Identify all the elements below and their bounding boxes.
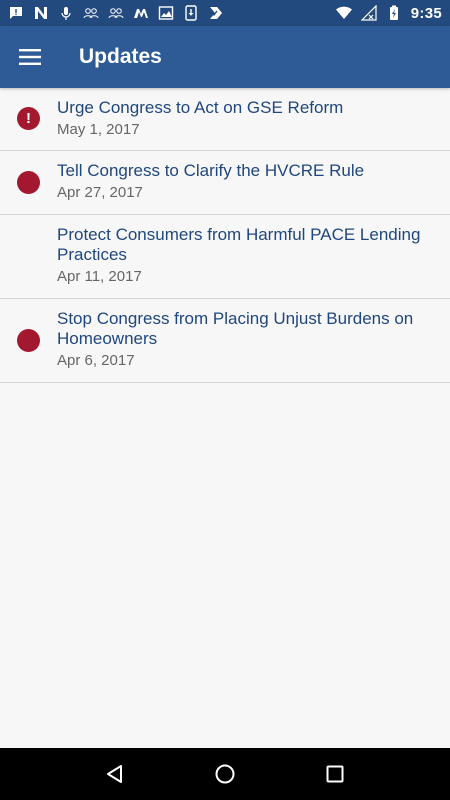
message-icon <box>8 5 24 21</box>
notification-icons <box>8 5 336 21</box>
n-app-icon <box>33 5 49 21</box>
people-icon-2 <box>108 5 124 21</box>
unread-dot-icon <box>17 171 40 194</box>
unread-dot-icon <box>17 329 40 352</box>
update-date: Apr 6, 2017 <box>57 352 135 369</box>
list-item[interactable]: Stop Congress from Placing Unjust Burden… <box>0 299 450 383</box>
update-date: Apr 11, 2017 <box>57 268 142 285</box>
home-icon[interactable] <box>205 754 245 794</box>
page-title: Updates <box>79 45 162 68</box>
download-icon <box>183 5 199 21</box>
check-app-icon <box>208 5 224 21</box>
back-icon[interactable] <box>95 754 135 794</box>
app-bar: Updates <box>0 26 450 88</box>
wifi-icon <box>335 5 352 21</box>
status-bar: 9:35 <box>0 0 450 26</box>
clock: 9:35 <box>410 4 442 22</box>
update-title: Stop Congress from Placing Unjust Burden… <box>57 309 414 348</box>
list-item[interactable]: Protect Consumers from Harmful PACE Lend… <box>0 215 450 299</box>
people-icon <box>83 5 99 21</box>
battery-charging-icon <box>386 5 402 21</box>
recents-icon[interactable] <box>315 754 355 794</box>
update-title: Tell Congress to Clarify the HVCRE Rule <box>57 161 365 180</box>
m-app-icon <box>133 5 149 21</box>
alert-icon: ! <box>17 107 40 130</box>
hamburger-menu-icon[interactable] <box>0 26 60 88</box>
navigation-bar <box>0 748 450 800</box>
update-title: Protect Consumers from Harmful PACE Lend… <box>57 225 421 264</box>
no-signal-icon <box>360 5 377 21</box>
list-item[interactable]: Tell Congress to Clarify the HVCRE Rule … <box>0 151 450 215</box>
list-item[interactable]: ! Urge Congress to Act on GSE Reform May… <box>0 88 450 151</box>
updates-list: ! Urge Congress to Act on GSE Reform May… <box>0 88 450 383</box>
update-date: May 1, 2017 <box>57 121 140 138</box>
image-icon <box>158 5 174 21</box>
mic-icon <box>58 5 74 21</box>
update-title: Urge Congress to Act on GSE Reform <box>57 98 344 117</box>
system-icons: 9:35 <box>335 4 442 22</box>
update-date: Apr 27, 2017 <box>57 184 143 201</box>
